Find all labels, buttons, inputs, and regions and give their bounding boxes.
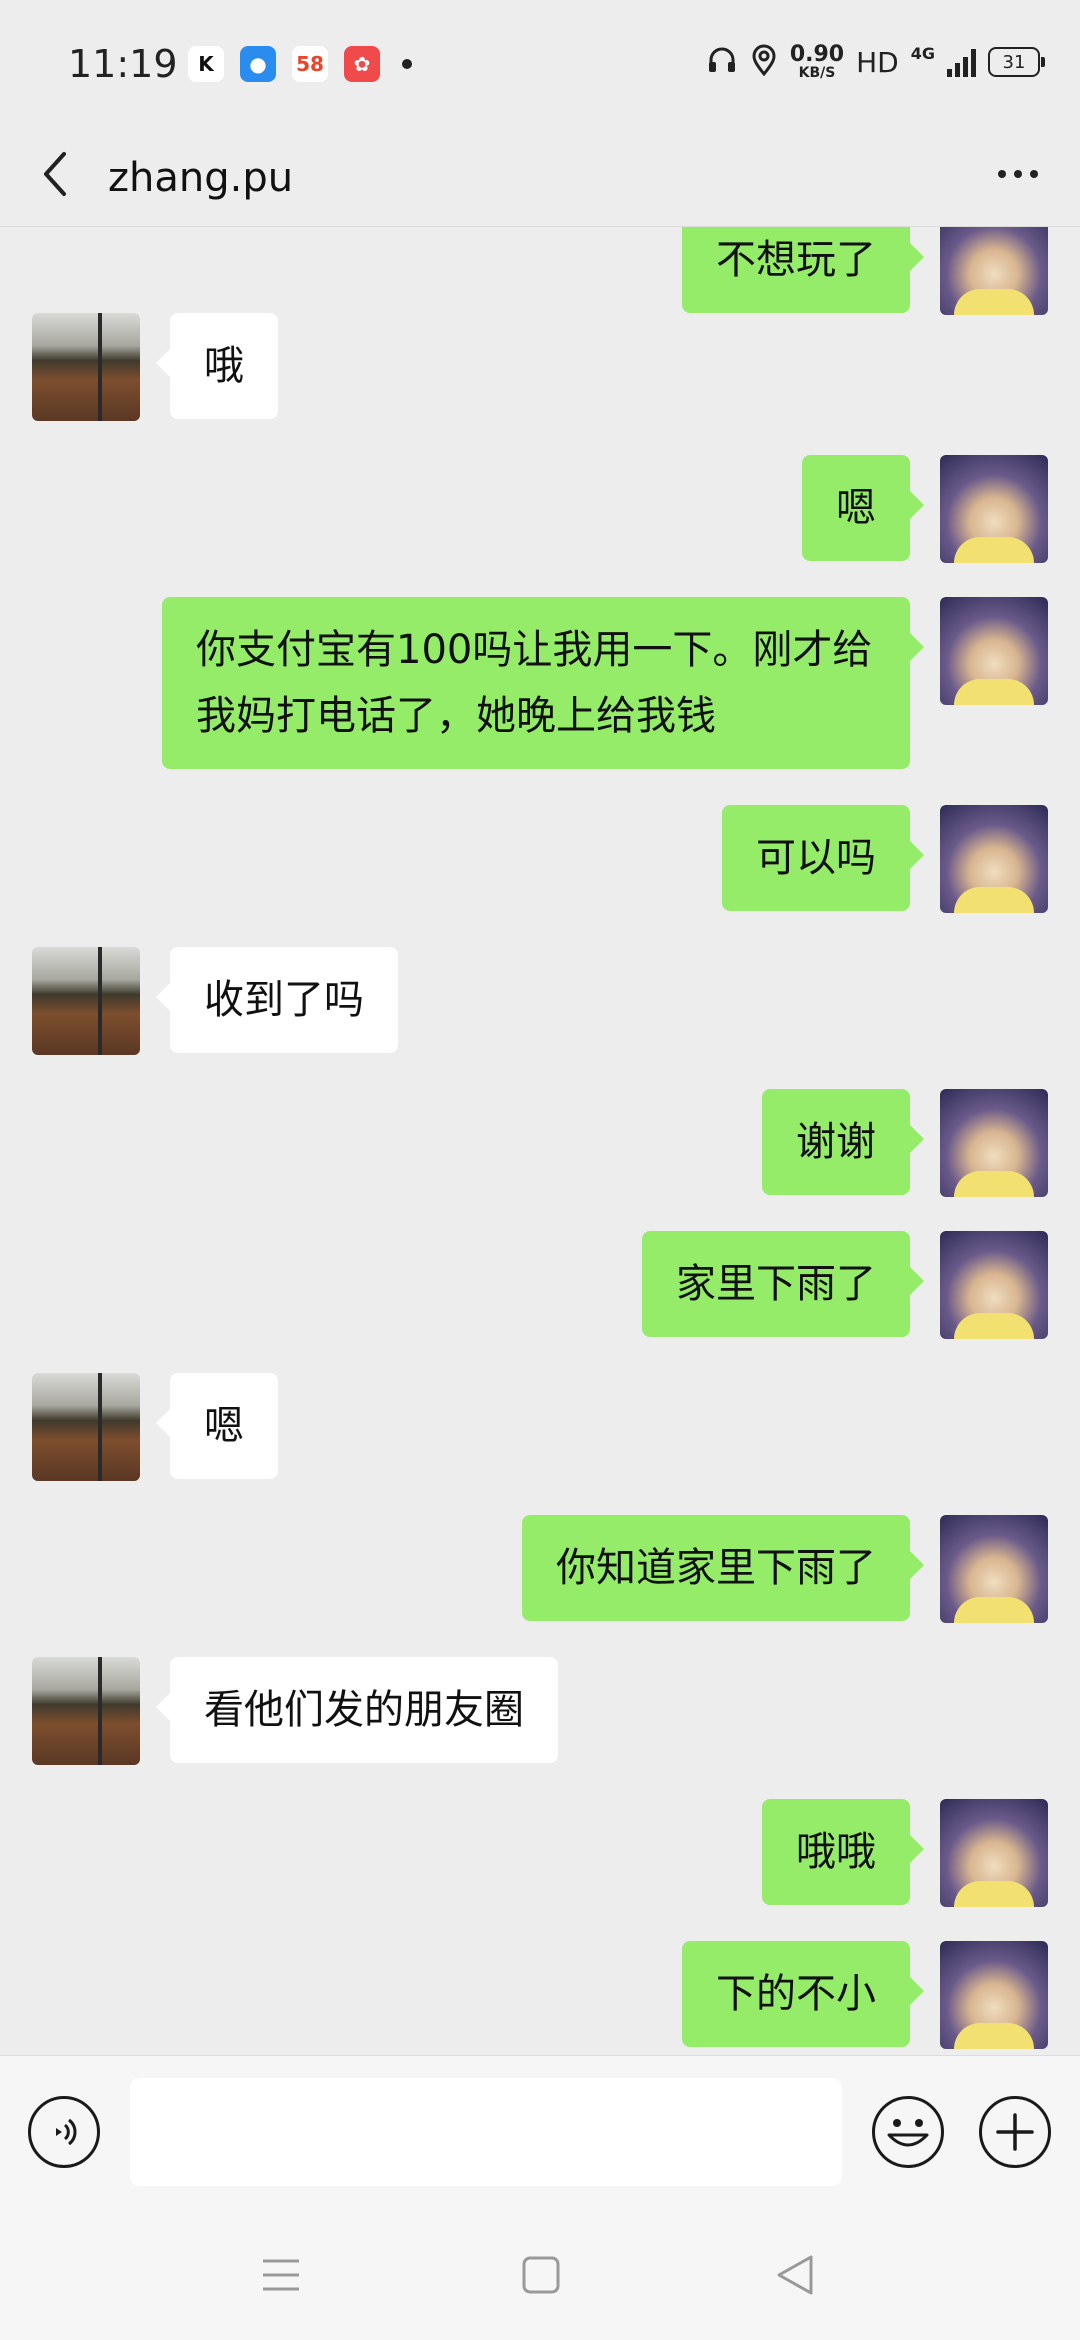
plus-icon — [996, 2113, 1034, 2151]
net-speed: 0.90 KB/S — [789, 42, 845, 81]
k-app-icon: K — [188, 46, 224, 82]
my-avatar[interactable] — [940, 1941, 1048, 2049]
signal-icon — [947, 47, 976, 77]
58-app-icon: 58 — [292, 46, 328, 82]
back-nav-button[interactable] — [770, 2250, 820, 2300]
notification-dot-icon — [402, 59, 412, 69]
message-bubble[interactable]: 收到了吗 — [156, 947, 398, 1053]
hd-indicator: HD — [856, 45, 899, 79]
emoji-icon — [887, 2119, 929, 2147]
my-avatar[interactable] — [940, 227, 1048, 315]
my-avatar[interactable] — [940, 455, 1048, 563]
more-dot — [998, 170, 1006, 178]
contact-avatar[interactable] — [32, 1657, 140, 1765]
battery-icon: 31 — [988, 47, 1045, 77]
net-speed-unit: KB/S — [798, 65, 836, 81]
chat-header: zhang.pu — [0, 130, 1080, 227]
menu-nav-button[interactable] — [256, 2250, 306, 2300]
plus-button[interactable] — [979, 2096, 1051, 2168]
message-bubble[interactable]: 嗯 — [802, 455, 924, 561]
contact-avatar[interactable] — [32, 1373, 140, 1481]
message-bubble[interactable]: 你知道家里下雨了 — [522, 1515, 924, 1621]
my-avatar[interactable] — [940, 1515, 1048, 1623]
voice-button[interactable] — [28, 2096, 100, 2168]
message-input[interactable] — [130, 2078, 842, 2186]
menu-icon — [263, 2259, 299, 2291]
message-bubble[interactable]: 谢谢 — [762, 1089, 924, 1195]
chevron-left-icon — [44, 152, 66, 196]
message-bubble[interactable]: 不想玩了 — [682, 227, 924, 313]
more-dot — [1014, 170, 1022, 178]
my-avatar[interactable] — [940, 1799, 1048, 1907]
browser-app-icon: ● — [240, 46, 276, 82]
my-avatar[interactable] — [940, 805, 1048, 913]
my-avatar[interactable] — [940, 1089, 1048, 1197]
input-bar — [0, 2055, 1080, 2206]
message-bubble[interactable]: 嗯 — [156, 1373, 278, 1479]
message-bubble[interactable]: 哦 — [156, 313, 278, 419]
message-bubble[interactable]: 家里下雨了 — [642, 1231, 924, 1337]
more-dot — [1030, 170, 1038, 178]
message-list[interactable]: 不想玩了哦嗯你支付宝有100吗让我用一下。刚才给我妈打电话了，她晚上给我钱 可以吗… — [0, 227, 1080, 2055]
status-app-icons: K ● 58 ✿ — [188, 46, 412, 82]
net-speed-value: 0.90 — [789, 42, 845, 67]
message-bubble[interactable]: 你支付宝有100吗让我用一下。刚才给我妈打电话了，她晚上给我钱 — [162, 597, 924, 769]
status-time: 11:19 — [68, 42, 178, 86]
my-avatar[interactable] — [940, 1231, 1048, 1339]
more-button[interactable] — [990, 154, 1046, 194]
message-bubble[interactable]: 可以吗 — [722, 805, 924, 911]
status-right: 0.90 KB/S HD 4G 31 — [706, 42, 1045, 81]
home-square-icon — [522, 2256, 560, 2294]
status-bar: 11:19 K ● 58 ✿ 0.90 KB/S HD 4G 31 — [0, 0, 1080, 130]
location-icon — [750, 44, 778, 80]
voice-icon — [56, 2118, 77, 2146]
network-type: 4G — [910, 44, 935, 63]
pig-app-icon: ✿ — [344, 46, 380, 82]
message-bubble[interactable]: 哦哦 — [762, 1799, 924, 1905]
system-nav-bar — [0, 2205, 1080, 2340]
my-avatar[interactable] — [940, 597, 1048, 705]
chat-title: zhang.pu — [108, 155, 294, 201]
home-nav-button[interactable] — [516, 2250, 566, 2300]
headphones-icon — [706, 44, 738, 80]
emoji-button[interactable] — [872, 2096, 944, 2168]
contact-avatar[interactable] — [32, 947, 140, 1055]
back-button[interactable] — [34, 144, 74, 204]
message-bubble[interactable]: 看他们发的朋友圈 — [156, 1657, 558, 1763]
message-bubble[interactable]: 下的不小 — [682, 1941, 924, 2047]
back-triangle-icon — [777, 2255, 813, 2295]
battery-level: 31 — [1002, 51, 1026, 73]
contact-avatar[interactable] — [32, 313, 140, 421]
